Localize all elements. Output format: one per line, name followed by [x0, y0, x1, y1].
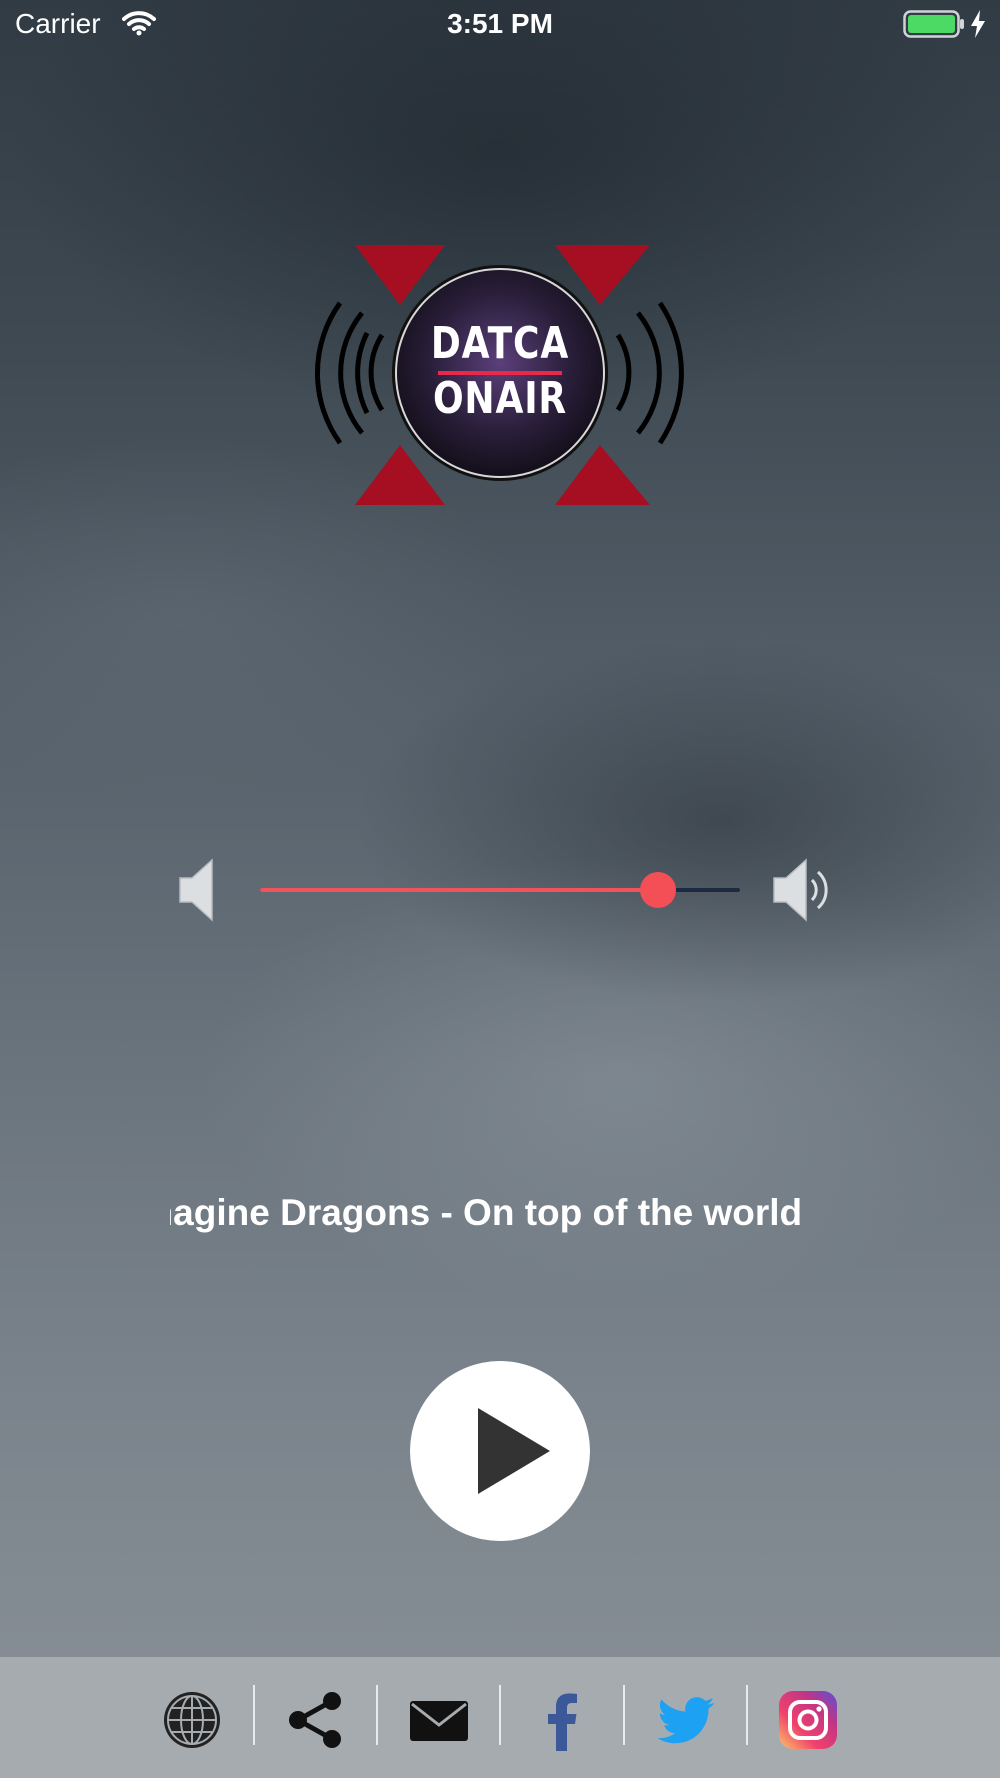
- instagram-icon[interactable]: [777, 1689, 839, 1751]
- divider: [623, 1685, 625, 1745]
- now-playing-text: Imagine Dragons - On top of the world: [170, 1192, 803, 1233]
- twitter-icon[interactable]: [655, 1689, 717, 1751]
- station-logo: DATCA ONAIR: [300, 240, 700, 510]
- logo-title-line1: DATCA: [430, 318, 570, 369]
- battery-icon: [903, 10, 965, 43]
- facebook-icon[interactable]: [532, 1689, 594, 1751]
- mail-icon[interactable]: [408, 1689, 470, 1751]
- globe-icon[interactable]: [161, 1689, 223, 1751]
- divider: [376, 1685, 378, 1745]
- volume-slider[interactable]: [260, 870, 740, 910]
- now-playing-marquee: Imagine Dragons - On top of the world: [170, 1192, 830, 1242]
- volume-mute-icon[interactable]: [176, 858, 220, 927]
- divider: [253, 1685, 255, 1745]
- volume-max-icon[interactable]: [770, 858, 836, 927]
- share-icon[interactable]: [284, 1689, 346, 1751]
- social-bar: [0, 1657, 1000, 1778]
- volume-slider-thumb[interactable]: [640, 872, 677, 908]
- play-button[interactable]: [410, 1361, 590, 1541]
- divider: [499, 1685, 501, 1745]
- status-time: 3:51 PM: [447, 8, 553, 39]
- status-bar: Carrier 3:51 PM: [0, 0, 1000, 50]
- play-icon: [476, 1408, 552, 1499]
- volume-slider-fill: [260, 888, 659, 892]
- logo-title-line2: ONAIR: [432, 373, 568, 424]
- divider: [746, 1685, 748, 1745]
- charging-bolt-icon: [970, 10, 986, 43]
